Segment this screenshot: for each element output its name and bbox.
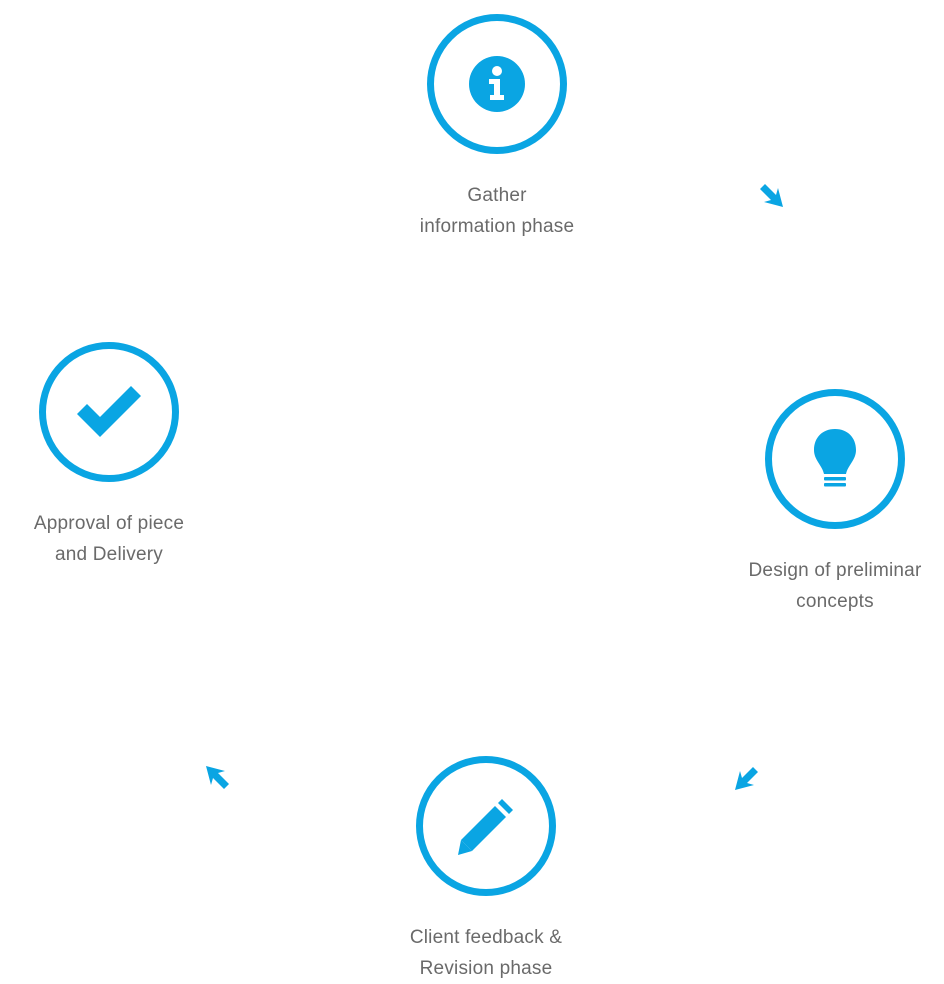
step-label: Approval of piece and Delivery bbox=[0, 508, 229, 570]
step-client-feedback: Client feedback & Revision phase bbox=[366, 756, 606, 984]
step-icon-circle bbox=[416, 756, 556, 896]
step-icon-circle bbox=[765, 389, 905, 529]
arrow-down-left-icon bbox=[732, 763, 762, 793]
step-label: Design of preliminar concepts bbox=[715, 555, 944, 617]
step-label-line1: Gather bbox=[467, 185, 527, 206]
lightbulb-icon bbox=[814, 429, 856, 487]
step-label: Gather information phase bbox=[377, 180, 617, 242]
arrow-down-right-icon bbox=[756, 180, 786, 210]
step-label-line2: concepts bbox=[796, 591, 874, 612]
step-label-line2: and Delivery bbox=[54, 544, 163, 565]
pencil-icon bbox=[458, 799, 513, 855]
info-icon bbox=[469, 56, 525, 112]
step-icon-circle bbox=[427, 14, 567, 154]
checkmark-icon bbox=[77, 386, 141, 437]
arrow-up-left-icon bbox=[203, 763, 233, 793]
step-icon-circle bbox=[39, 342, 179, 482]
step-label-line1: Design of preliminar bbox=[748, 560, 922, 581]
step-label-line1: Client feedback & bbox=[409, 927, 563, 948]
step-gather-information: Gather information phase bbox=[377, 14, 617, 242]
step-label-line1: Approval of piece bbox=[33, 513, 185, 534]
step-design-concepts: Design of preliminar concepts bbox=[715, 389, 944, 617]
step-label-line2: information phase bbox=[419, 216, 575, 237]
step-label-line2: Revision phase bbox=[419, 958, 553, 979]
step-approval-delivery: Approval of piece and Delivery bbox=[0, 342, 229, 570]
step-label: Client feedback & Revision phase bbox=[366, 922, 606, 984]
